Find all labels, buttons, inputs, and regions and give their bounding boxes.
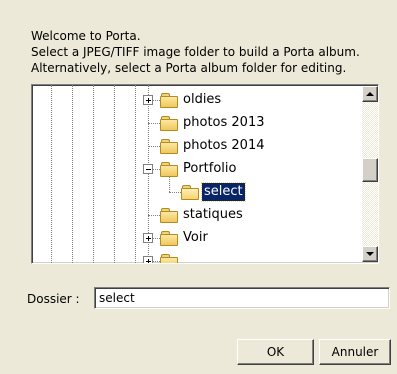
tree-item-select[interactable]: select bbox=[201, 182, 246, 202]
folder-open-icon bbox=[181, 185, 199, 200]
expand-plus-icon[interactable] bbox=[143, 95, 153, 105]
tree-guide-line bbox=[72, 85, 73, 263]
folder-icon bbox=[160, 93, 178, 108]
arrow-up-icon bbox=[366, 92, 374, 96]
tree-item-portfolio[interactable]: Portfolio bbox=[181, 160, 238, 178]
tree-connector bbox=[148, 146, 160, 147]
tree-guide-line bbox=[93, 85, 94, 263]
porta-folder-dialog: Welcome to Porta. Select a JPEG/TIFF ima… bbox=[0, 0, 397, 374]
dossier-label: Dossier : bbox=[27, 292, 80, 306]
tree-guide-line bbox=[51, 85, 52, 263]
intro-line-3: Alternatively, select a Porta album fold… bbox=[31, 61, 347, 75]
folder-icon bbox=[160, 208, 178, 223]
folder-icon bbox=[160, 231, 178, 246]
scroll-up-button[interactable] bbox=[362, 86, 378, 102]
folder-tree[interactable]: oldies photos 2013 photos 2014 Portfolio bbox=[31, 84, 379, 264]
tree-item-photos-2013[interactable]: photos 2013 bbox=[181, 114, 267, 132]
tree-item-statiques[interactable]: statiques bbox=[181, 206, 245, 224]
folder-icon bbox=[160, 139, 178, 154]
intro-line-1: Welcome to Porta. bbox=[31, 29, 141, 43]
collapse-minus-icon[interactable] bbox=[143, 164, 153, 174]
tree-guide-line bbox=[135, 85, 136, 263]
folder-icon bbox=[160, 254, 178, 263]
scroll-thumb[interactable] bbox=[362, 158, 378, 182]
folder-icon bbox=[160, 116, 178, 131]
dossier-input[interactable] bbox=[94, 287, 390, 309]
expand-plus-icon[interactable] bbox=[143, 256, 153, 263]
tree-connector bbox=[169, 192, 181, 193]
tree-item-oldies[interactable]: oldies bbox=[181, 91, 223, 109]
intro-text: Welcome to Porta. Select a JPEG/TIFF ima… bbox=[31, 28, 381, 76]
cancel-button[interactable]: Annuler bbox=[319, 339, 391, 365]
tree-item-photos-2014[interactable]: photos 2014 bbox=[181, 137, 267, 155]
intro-line-2: Select a JPEG/TIFF image folder to build… bbox=[31, 45, 360, 59]
expand-plus-icon[interactable] bbox=[143, 233, 153, 243]
tree-connector bbox=[148, 123, 160, 124]
tree-guide-line bbox=[114, 85, 115, 263]
arrow-down-icon bbox=[366, 252, 374, 256]
scroll-down-button[interactable] bbox=[362, 246, 378, 262]
folder-tree-content: oldies photos 2013 photos 2014 Portfolio bbox=[32, 85, 362, 263]
tree-item-voir[interactable]: Voir bbox=[181, 229, 210, 247]
ok-button[interactable]: OK bbox=[237, 339, 314, 365]
tree-connector bbox=[148, 215, 160, 216]
folder-icon bbox=[160, 162, 178, 177]
tree-vertical-scrollbar[interactable] bbox=[362, 86, 378, 262]
